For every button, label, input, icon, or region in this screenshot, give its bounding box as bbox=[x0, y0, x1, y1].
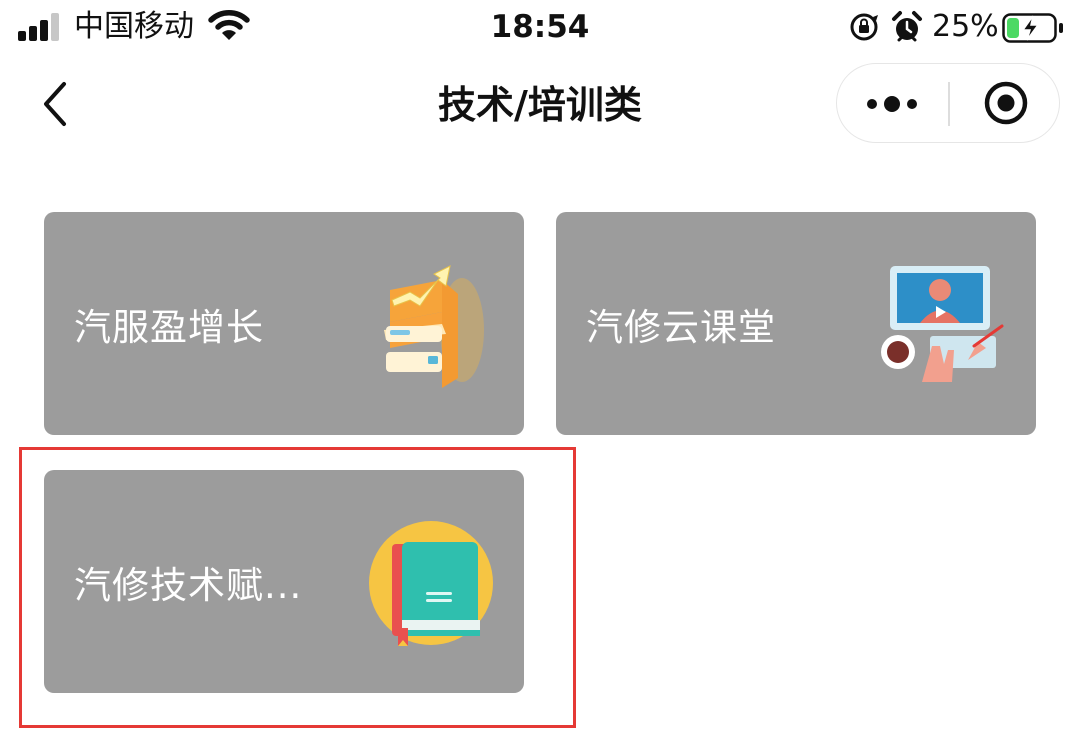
online-class-icon bbox=[881, 266, 1004, 382]
card-label: 汽修云课堂 bbox=[586, 305, 776, 349]
navigation-bar: 技术/培训类 bbox=[0, 56, 1080, 156]
category-card-tech-empowerment[interactable]: 汽修技术赋... bbox=[44, 470, 524, 693]
status-bar: 中国移动 18:54 25% bbox=[0, 0, 1080, 56]
battery-percent: 25% bbox=[932, 9, 999, 44]
card-label: 汽服盈增长 bbox=[74, 305, 264, 349]
book-icon bbox=[369, 521, 493, 646]
mini-program-capsule bbox=[836, 63, 1060, 143]
mini-program-page: 中国移动 18:54 25% 技术/培训类 汽服盈增长 汽修云课堂 汽修技术赋.… bbox=[0, 0, 1080, 734]
alarm-icon bbox=[892, 11, 922, 42]
category-card-growth[interactable]: 汽服盈增长 bbox=[44, 212, 524, 435]
battery-charging-icon bbox=[1002, 13, 1063, 43]
category-card-cloud-class[interactable]: 汽修云课堂 bbox=[556, 212, 1036, 435]
target-close-icon[interactable] bbox=[982, 79, 1030, 127]
growth-chart-icon bbox=[384, 265, 484, 388]
orientation-lock-icon bbox=[850, 13, 878, 41]
capsule-divider bbox=[948, 82, 950, 126]
card-label: 汽修技术赋... bbox=[74, 563, 303, 607]
more-dots-icon[interactable] bbox=[865, 92, 919, 116]
